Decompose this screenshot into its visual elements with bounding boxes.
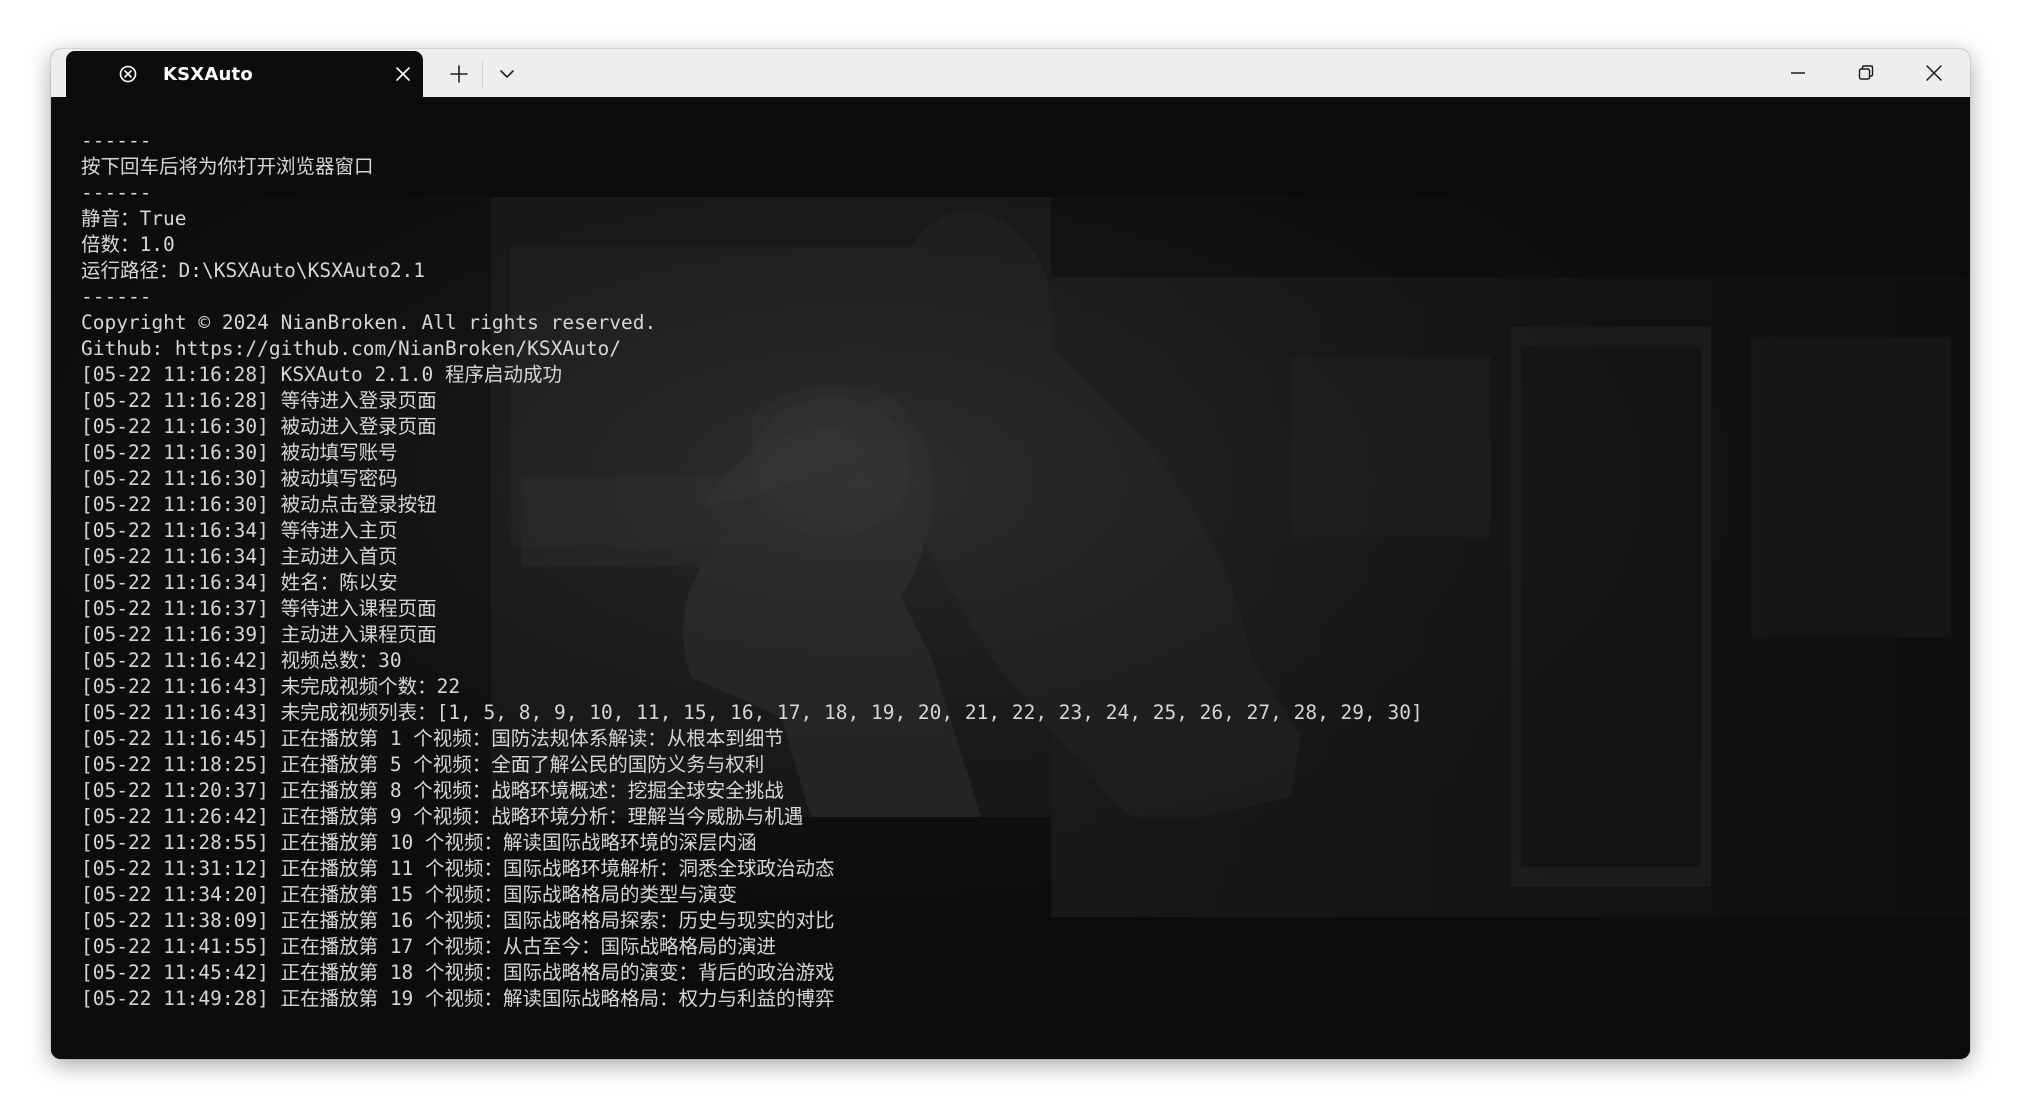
terminal-line: [05-22 11:26:42] 正在播放第 9 个视频：战略环境分析：理解当今… (81, 805, 804, 828)
minimize-button[interactable] (1764, 49, 1832, 97)
terminal-line: [05-22 11:16:43] 未完成视频列表：[1, 5, 8, 9, 10… (81, 701, 1423, 724)
terminal-line: 静音：True (81, 207, 187, 230)
chevron-down-icon[interactable] (489, 59, 525, 89)
title-bar[interactable]: KSXAuto (51, 49, 1970, 97)
terminal-line: 运行路径：D:\KSXAuto\KSXAuto2.1 (81, 259, 426, 282)
restore-icon (1858, 65, 1874, 80)
terminal-line: [05-22 11:49:28] 正在播放第 19 个视频：解读国际战略格局：权… (81, 987, 835, 1010)
terminal-text[interactable]: ------ 按下回车后将为你打开浏览器窗口 ------ 静音：True 倍数：1.0… (81, 128, 1423, 1012)
tab-close-icon[interactable] (392, 63, 414, 85)
close-icon (1926, 65, 1942, 81)
terminal-line: Copyright © 2024 NianBroken. All rights … (81, 311, 657, 334)
terminal-line: [05-22 11:16:37] 等待进入课程页面 (81, 597, 437, 620)
terminal-app-icon (118, 64, 138, 84)
terminal-window: KSXAuto ------ 按下回车后将为你打开浏览器窗口 ------ 静音… (51, 49, 1970, 1059)
tab-title: KSXAuto (163, 64, 253, 85)
terminal-line: [05-22 11:34:20] 正在播放第 15 个视频：国际战略格局的类型与… (81, 883, 738, 906)
minimize-icon (1791, 72, 1805, 74)
terminal-line: [05-22 11:16:42] 视频总数：30 (81, 649, 402, 672)
close-window-button[interactable] (1900, 49, 1968, 97)
terminal-line: 按下回车后将为你打开浏览器窗口 (81, 155, 374, 178)
terminal-line: ------ (81, 285, 152, 308)
terminal-line: [05-22 11:16:34] 姓名：陈以安 (81, 571, 398, 594)
terminal-line: [05-22 11:16:39] 主动进入课程页面 (81, 623, 437, 646)
terminal-line: ------ (81, 181, 152, 204)
terminal-line: [05-22 11:16:43] 未完成视频个数：22 (81, 675, 461, 698)
terminal-line: [05-22 11:16:30] 被动填写密码 (81, 467, 398, 490)
terminal-line: [05-22 11:31:12] 正在播放第 11 个视频：国际战略环境解析：洞… (81, 857, 835, 880)
terminal-line: [05-22 11:16:45] 正在播放第 1 个视频：国防法规体系解读：从根… (81, 727, 784, 750)
terminal-line: [05-22 11:18:25] 正在播放第 5 个视频：全面了解公民的国防义务… (81, 753, 765, 776)
terminal-line: [05-22 11:16:30] 被动填写账号 (81, 441, 398, 464)
terminal-line: 倍数：1.0 (81, 233, 175, 256)
new-tab-plus-icon[interactable] (441, 59, 477, 89)
terminal-line: [05-22 11:16:28] KSXAuto 2.1.0 程序启动成功 (81, 363, 562, 386)
terminal-line: [05-22 11:16:28] 等待进入登录页面 (81, 389, 437, 412)
restore-button[interactable] (1832, 49, 1900, 97)
tab-separator (482, 61, 483, 87)
terminal-line: [05-22 11:38:09] 正在播放第 16 个视频：国际战略格局探索：历… (81, 909, 835, 932)
terminal-line: [05-22 11:45:42] 正在播放第 18 个视频：国际战略格局的演变：… (81, 961, 835, 984)
terminal-line: [05-22 11:16:34] 等待进入主页 (81, 519, 398, 542)
terminal-line: [05-22 11:20:37] 正在播放第 8 个视频：战略环境概述：挖掘全球… (81, 779, 784, 802)
terminal-line: [05-22 11:28:55] 正在播放第 10 个视频：解读国际战略环境的深… (81, 831, 757, 854)
terminal-line: [05-22 11:16:34] 主动进入首页 (81, 545, 398, 568)
tab-ksxauto[interactable]: KSXAuto (66, 51, 423, 97)
terminal-line: ------ (81, 129, 152, 152)
terminal-line: [05-22 11:16:30] 被动点击登录按钮 (81, 493, 437, 516)
terminal-line: [05-22 11:16:30] 被动进入登录页面 (81, 415, 437, 438)
terminal-output-area[interactable]: ------ 按下回车后将为你打开浏览器窗口 ------ 静音：True 倍数：1.0… (51, 97, 1970, 1059)
terminal-line: Github: https://github.com/NianBroken/KS… (81, 337, 622, 360)
terminal-line: [05-22 11:41:55] 正在播放第 17 个视频：从古至今：国际战略格… (81, 935, 777, 958)
